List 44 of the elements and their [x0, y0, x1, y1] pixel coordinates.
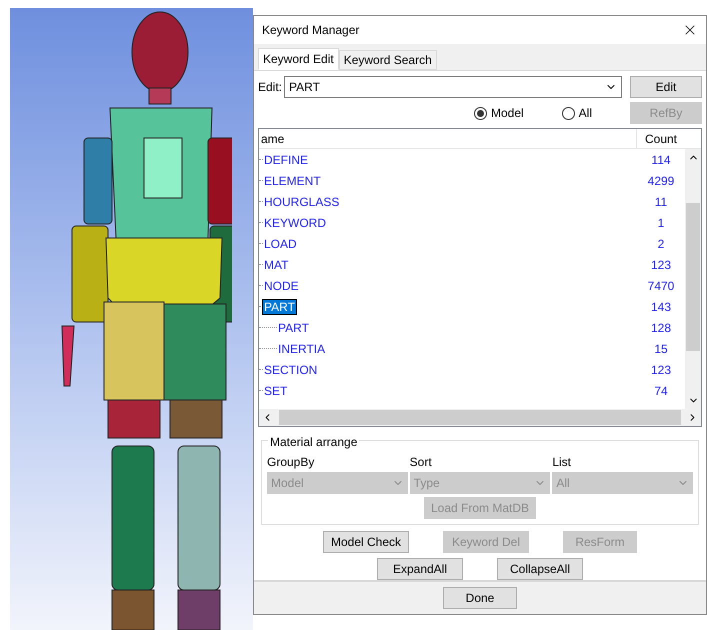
done-button[interactable]: Done: [443, 587, 517, 610]
count-cell-text: 4299: [646, 172, 676, 190]
vertical-scrollbar[interactable]: [685, 149, 701, 410]
count-cell-text: 128: [650, 320, 672, 337]
tree-item[interactable]: PART: [263, 300, 296, 314]
count-cell-text: 15: [653, 340, 669, 358]
field-label: List: [552, 454, 572, 472]
tree-item[interactable]: LOAD: [263, 236, 298, 251]
edit-button[interactable]: Edit: [630, 76, 702, 98]
count-cell-text: 1: [656, 214, 666, 232]
window-title: Keyword Manager: [262, 22, 360, 40]
tree-item[interactable]: DEFINE: [263, 152, 310, 167]
field-label: Sort: [410, 454, 433, 472]
tree-item[interactable]: HOURGLASS: [263, 194, 340, 209]
tree-item[interactable]: PART: [277, 320, 310, 335]
count-cell-text: 114: [650, 152, 672, 169]
radio-option[interactable]: All: [562, 104, 592, 122]
horizontal-scrollbar[interactable]: [259, 409, 701, 426]
count-cell-text: 123: [650, 256, 672, 274]
dialog-button[interactable]: CollapseAll: [497, 558, 583, 580]
tree-item[interactable]: KEYWORD: [263, 216, 328, 230]
tree-item[interactable]: SECTION: [263, 362, 318, 377]
tab[interactable]: Keyword Edit: [258, 48, 339, 70]
column-header[interactable]: Count: [637, 129, 685, 148]
count-cell-text: 123: [650, 362, 672, 379]
dialog-button[interactable]: Model Check: [323, 531, 409, 554]
count-cell-text: 11: [654, 194, 668, 211]
count-cell-text: 143: [650, 298, 672, 316]
tree-item[interactable]: SET: [263, 384, 288, 398]
tab[interactable]: Keyword Search: [338, 50, 437, 70]
model-viewport[interactable]: [10, 8, 253, 630]
count-cell-text: 2: [656, 236, 666, 253]
radio-option[interactable]: Model: [474, 104, 524, 122]
keyword-dropdown[interactable]: PART: [284, 76, 622, 98]
tree-item[interactable]: ELEMENT: [263, 174, 322, 188]
tree-item[interactable]: INERTIA: [277, 342, 326, 356]
count-cell-text: 74: [653, 382, 669, 400]
count-cell-text: 7470: [646, 278, 676, 295]
tree-item[interactable]: NODE: [263, 278, 300, 293]
column-header[interactable]: ame: [259, 129, 637, 148]
field-label: GroupBy: [267, 454, 316, 472]
dialog-button[interactable]: ExpandAll: [377, 558, 463, 580]
edit-label: Edit:: [258, 79, 282, 96]
tree-item[interactable]: MAT: [263, 258, 290, 272]
